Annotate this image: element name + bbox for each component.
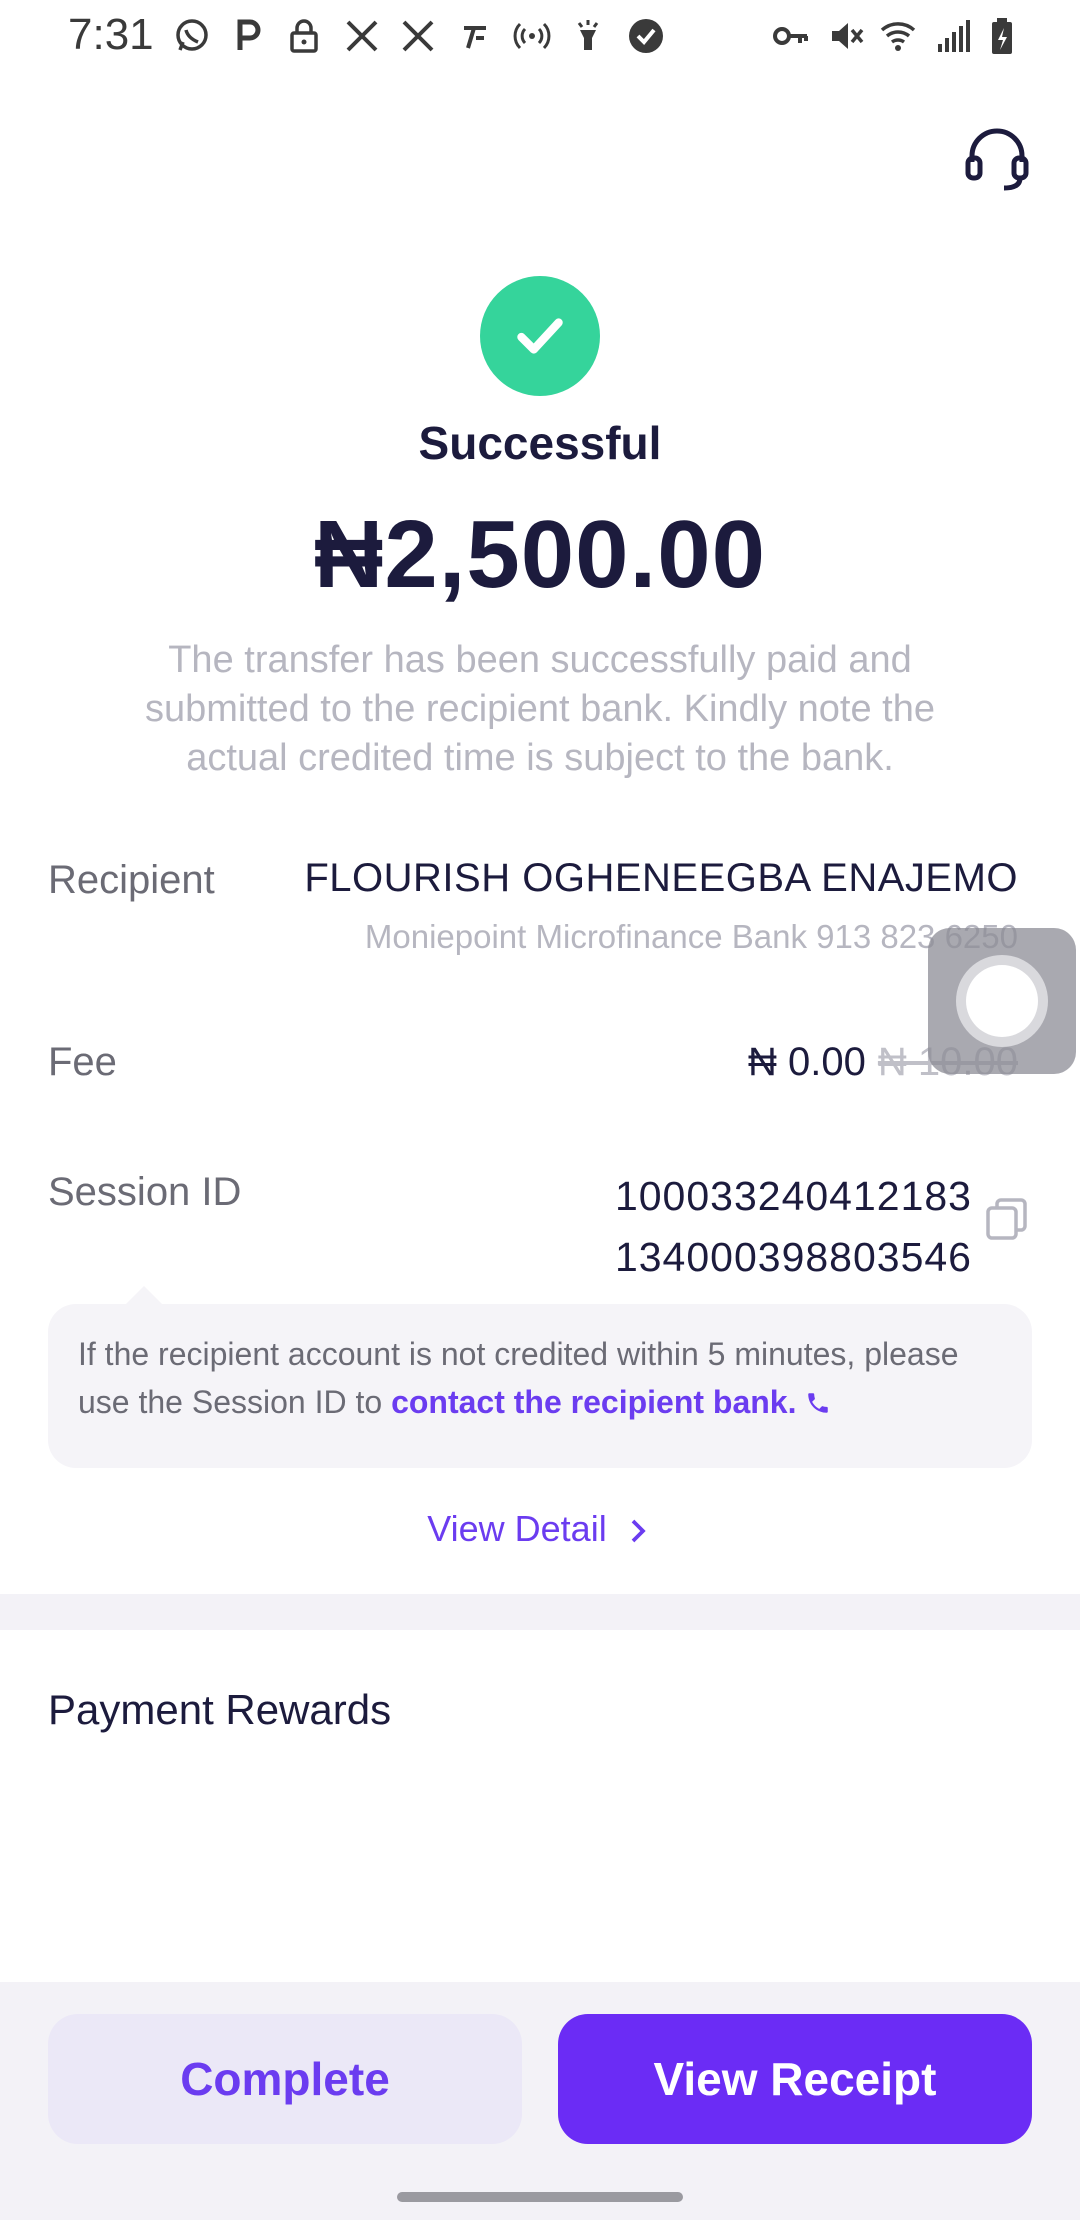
session-id-value: 100033240412183 134000398803546: [615, 1166, 972, 1288]
phone-icon: [808, 1393, 829, 1413]
transfer-description: The transfer has been successfully paid …: [144, 639, 936, 779]
view-detail-link[interactable]: View Detail: [0, 1508, 1080, 1550]
session-id-label: Session ID: [48, 1170, 242, 1214]
whatsapp-icon: [170, 14, 214, 58]
fee-label: Fee: [48, 1040, 117, 1084]
floating-ball-ring: [956, 955, 1048, 1047]
recipient-bank: Moniepoint Microfinance Bank 913 823 625…: [364, 918, 1018, 955]
headset-icon[interactable]: [962, 122, 1032, 192]
notice-box: If the recipient account is not credited…: [48, 1304, 1032, 1468]
tiktok-icon: [452, 14, 496, 58]
broadcast-icon: [510, 14, 554, 58]
status-title: Successful: [418, 417, 662, 469]
payment-rewards-title: Payment Rewards: [48, 1686, 392, 1733]
x-icon: [396, 14, 440, 58]
home-indicator[interactable]: [397, 2192, 683, 2202]
wifi-icon: [876, 14, 920, 58]
recipient-name: FLOURISH OGHENEEGBA ENAJEMO: [304, 856, 1018, 900]
view-detail-label: View Detail: [427, 1508, 607, 1549]
lock-icon: [282, 14, 326, 58]
complete-button[interactable]: Complete: [48, 2014, 522, 2144]
key-icon: [768, 14, 812, 58]
contact-bank-link-label: contact the recipient bank.: [391, 1384, 797, 1420]
fee-current: ₦ 0.00: [748, 1040, 866, 1084]
section-divider: [0, 1594, 1080, 1630]
p-icon: [226, 14, 270, 58]
x-icon: [340, 14, 384, 58]
status-time: 7:31: [68, 10, 154, 59]
flashlight-icon: [566, 14, 610, 58]
status-bar: 7:31: [0, 0, 1080, 72]
check-badge-icon: [624, 14, 668, 58]
notice-pointer: [126, 1286, 162, 1304]
contact-bank-link[interactable]: contact the recipient bank.: [391, 1384, 831, 1420]
transfer-amount: ₦2,500.00: [313, 501, 766, 608]
battery-icon: [980, 14, 1024, 58]
signal-icon: [930, 14, 974, 58]
view-receipt-button[interactable]: View Receipt: [558, 2014, 1032, 2144]
session-id-line1: 100033240412183: [614, 1173, 972, 1219]
mute-icon: [824, 14, 868, 58]
copy-icon[interactable]: [984, 1196, 1030, 1242]
session-id-line2: 134000398803546: [614, 1234, 972, 1280]
floating-assistive-button[interactable]: [928, 928, 1076, 1074]
recipient-label: Recipient: [48, 858, 215, 902]
chevron-right-icon: [631, 1519, 646, 1543]
floating-ball-core: [966, 965, 1038, 1037]
success-check-icon: [480, 276, 600, 396]
